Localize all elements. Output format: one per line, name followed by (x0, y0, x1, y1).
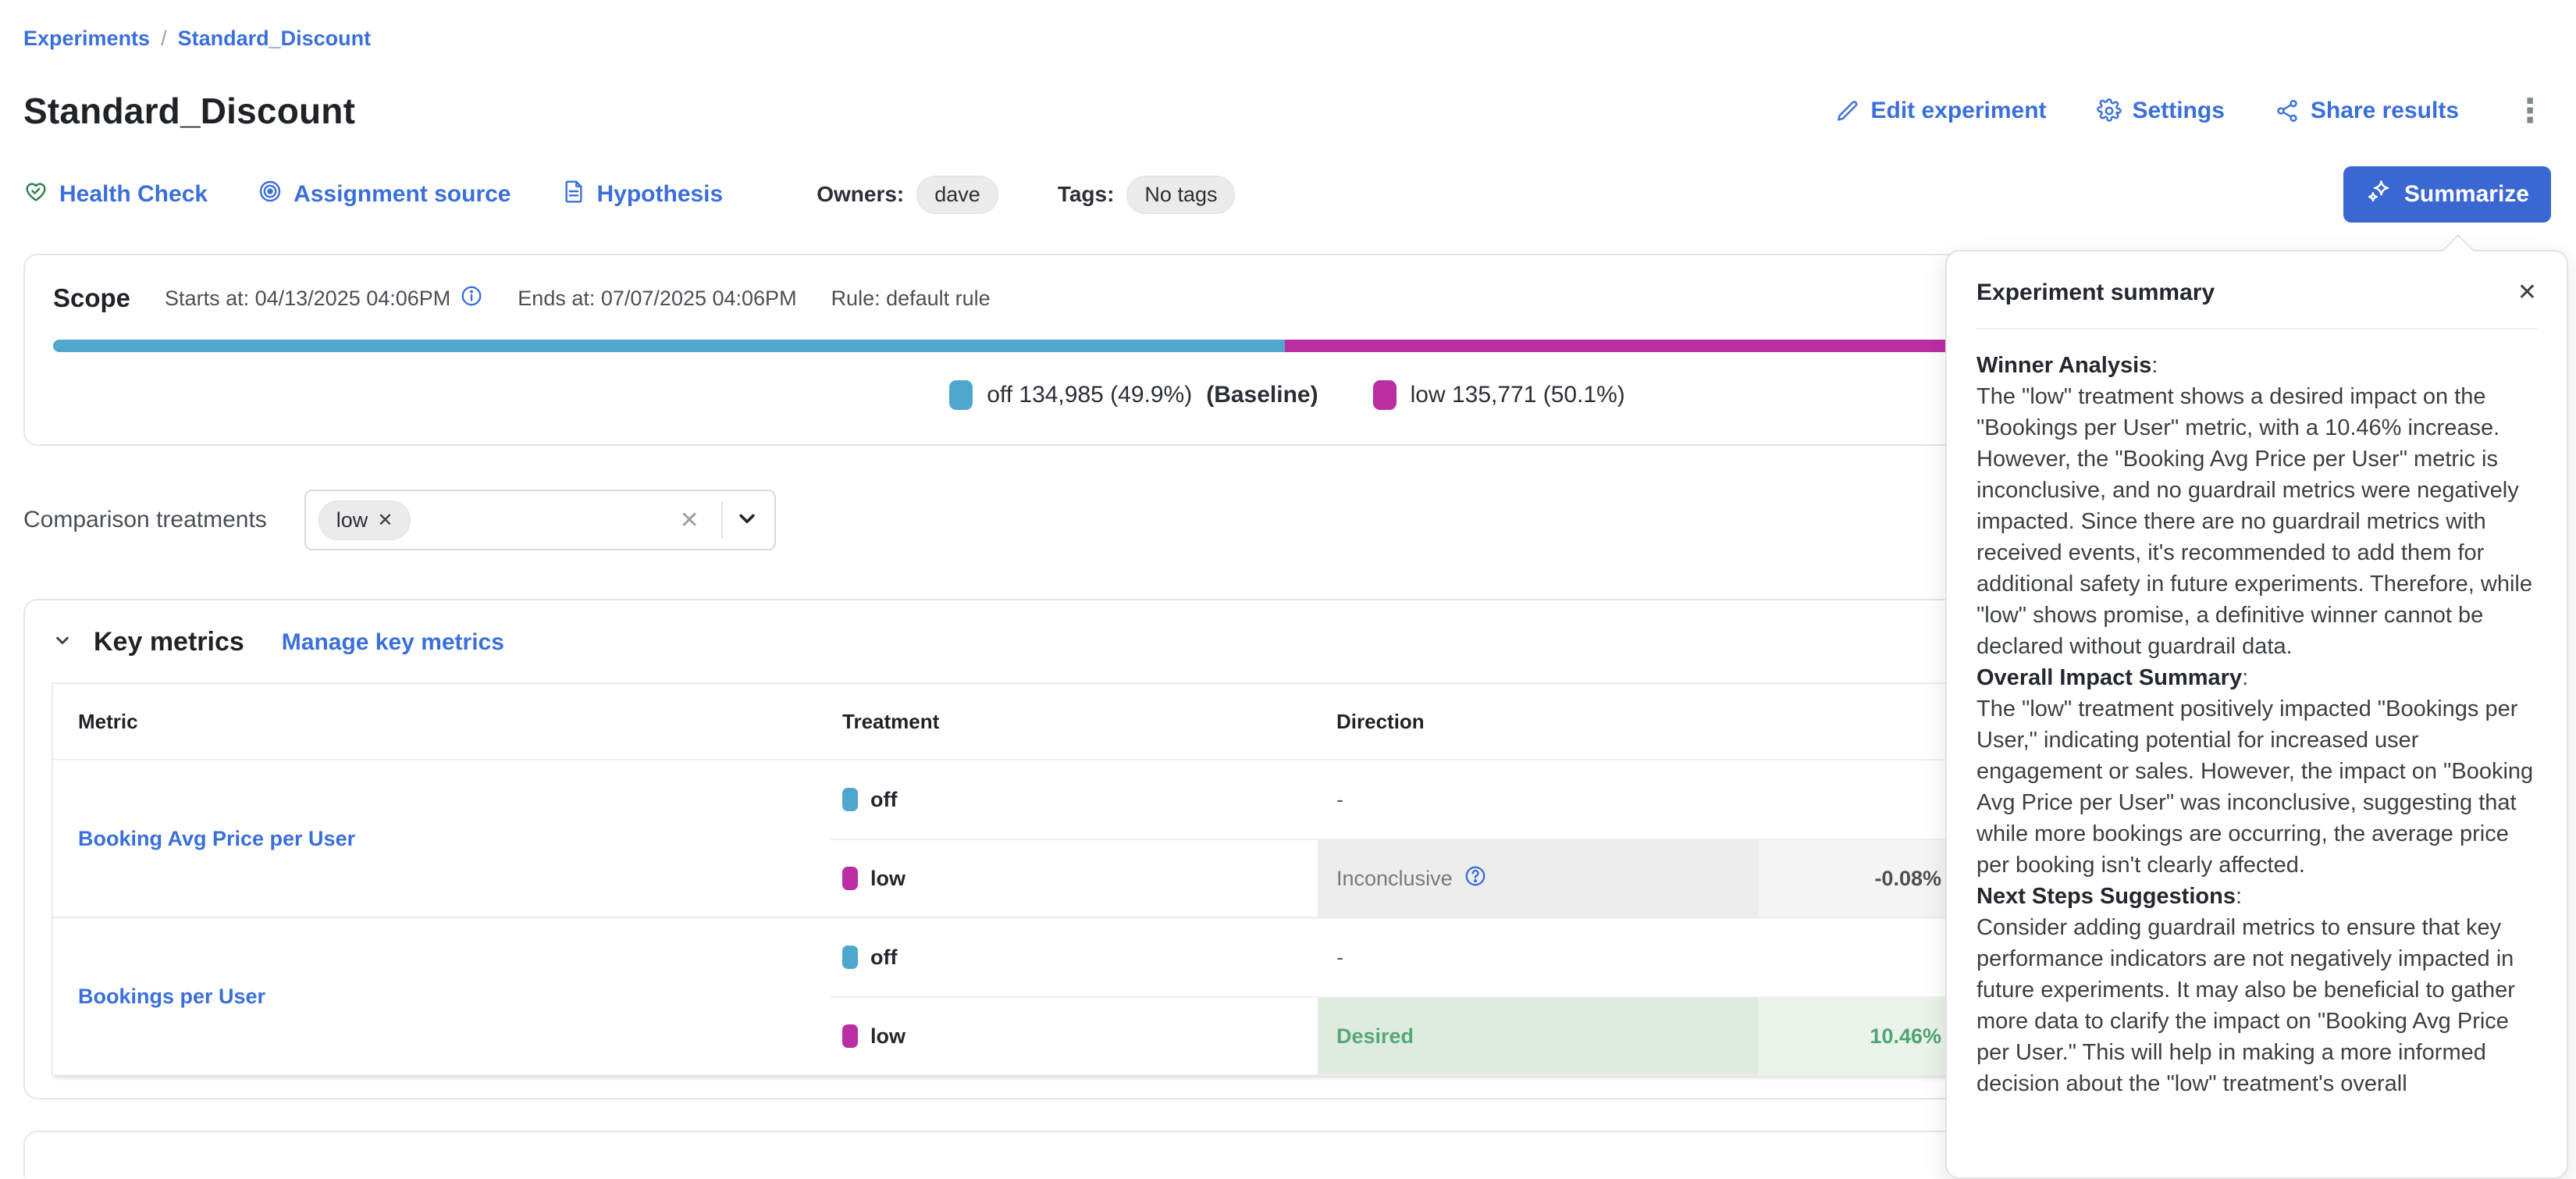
summary-section: Overall Impact Summary: The "low" treatm… (1976, 662, 2537, 881)
header-actions: Edit experiment Settings Share results ⋮ (1834, 94, 2551, 127)
collapse-chevron-icon[interactable] (52, 629, 73, 655)
scope-title: Scope (53, 283, 130, 313)
direction-cell-desired: Desired (1318, 996, 1759, 1074)
health-check-link[interactable]: Health Check (23, 179, 208, 210)
summary-panel-header: Experiment summary ✕ (1976, 280, 2537, 306)
select-divider (721, 502, 723, 538)
health-check-label: Health Check (59, 181, 208, 208)
summary-panel-body: Winner Analysis: The "low" treatment sho… (1976, 350, 2537, 1099)
chip-label: low (336, 508, 368, 533)
column-direction: Direction (1318, 710, 1759, 734)
treatment-chip-low[interactable]: low ✕ (318, 500, 411, 540)
assignment-source-link[interactable]: Assignment source (258, 179, 511, 210)
metric-link-booking-avg-price[interactable]: Booking Avg Price per User (78, 827, 355, 851)
low-swatch (842, 867, 858, 890)
experiment-summary-panel: Experiment summary ✕ Winner Analysis: Th… (1945, 250, 2568, 1179)
scope-starts: Starts at: 04/13/2025 04:06PM (165, 284, 483, 313)
heart-check-icon (23, 179, 48, 210)
info-icon[interactable] (460, 284, 483, 313)
share-results-button[interactable]: Share results (2275, 98, 2459, 124)
low-swatch (1373, 380, 1397, 410)
legend-off-text: off 134,985 (49.9%) (987, 382, 1192, 408)
share-results-label: Share results (2311, 98, 2459, 124)
legend-low-text: low 135,771 (50.1%) (1411, 382, 1625, 408)
metric-cell: Bookings per User (53, 918, 830, 1074)
document-icon (561, 179, 586, 210)
direction-cell-inconclusive: Inconclusive (1318, 839, 1759, 917)
hypothesis-label: Hypothesis (597, 181, 724, 208)
owners-label: Owners: (817, 182, 904, 207)
treatment-select[interactable]: low ✕ ✕ (304, 490, 776, 550)
meta-row: Health Check Assignment source Hypothesi… (23, 166, 2551, 223)
gear-icon (2097, 98, 2122, 123)
sparkles-icon (2365, 178, 2392, 211)
legend-baseline-label: (Baseline) (1206, 382, 1318, 408)
column-metric: Metric (53, 710, 830, 734)
tags-pill[interactable]: No tags (1126, 176, 1235, 214)
page-title: Standard_Discount (23, 90, 355, 132)
target-icon (258, 179, 283, 210)
legend-item-off: off 134,985 (49.9%) (Baseline) (949, 380, 1318, 410)
treatment-cell-off: off (830, 918, 1318, 996)
direction-cell: - (1318, 918, 1759, 996)
owner-pill[interactable]: dave (916, 176, 998, 214)
summary-section: Winner Analysis: The "low" treatment sho… (1976, 350, 2537, 662)
settings-label: Settings (2133, 98, 2225, 124)
summary-section-body: The "low" treatment positively impacted … (1976, 693, 2537, 881)
summary-panel-title: Experiment summary (1976, 280, 2215, 306)
summarize-button[interactable]: Summarize (2343, 166, 2551, 223)
breadcrumb-experiments-link[interactable]: Experiments (23, 27, 150, 51)
summary-section: Next Steps Suggestions: Consider adding … (1976, 881, 2537, 1099)
panel-divider (1976, 328, 2537, 329)
close-icon[interactable]: ✕ (2517, 281, 2537, 305)
manage-key-metrics-link[interactable]: Manage key metrics (282, 629, 504, 656)
treatment-cell-low: low (830, 996, 1318, 1074)
hypothesis-link[interactable]: Hypothesis (561, 179, 724, 210)
owners: Owners: dave (817, 176, 998, 214)
title-row: Standard_Discount Edit experiment Settin… (23, 90, 2551, 132)
breadcrumb-separator: / (161, 27, 167, 51)
off-swatch (842, 946, 858, 969)
off-swatch (949, 380, 973, 410)
chip-remove-icon[interactable]: ✕ (377, 509, 393, 532)
settings-button[interactable]: Settings (2097, 98, 2225, 124)
assignment-source-label: Assignment source (294, 181, 511, 208)
edit-experiment-label: Edit experiment (1870, 98, 2046, 124)
tags: Tags: No tags (1058, 176, 1236, 214)
pencil-icon (1834, 98, 1859, 123)
allocation-segment-off (53, 340, 1285, 352)
legend-item-low: low 135,771 (50.1%) (1373, 380, 1625, 410)
summary-section-body: The "low" treatment shows a desired impa… (1976, 381, 2537, 662)
more-menu-button[interactable]: ⋮ (2509, 94, 2551, 127)
scope-rule: Rule: default rule (831, 287, 991, 311)
chevron-down-icon[interactable] (734, 505, 760, 536)
tags-label: Tags: (1058, 182, 1115, 207)
comparison-label: Comparison treatments (23, 507, 267, 533)
summary-section-body: Consider adding guardrail metrics to ens… (1976, 912, 2537, 1099)
breadcrumb: Experiments / Standard_Discount (23, 27, 2551, 51)
key-metrics-title: Key metrics (94, 627, 244, 657)
help-icon[interactable] (1464, 864, 1487, 893)
off-swatch (842, 788, 858, 811)
metric-cell: Booking Avg Price per User (53, 760, 830, 917)
edit-experiment-button[interactable]: Edit experiment (1834, 98, 2046, 124)
scope-ends: Ends at: 07/07/2025 04:06PM (518, 287, 796, 311)
direction-cell: - (1318, 760, 1759, 839)
select-clear-icon[interactable]: ✕ (669, 507, 710, 534)
treatment-cell-low: low (830, 839, 1318, 917)
breadcrumb-current-link[interactable]: Standard_Discount (178, 27, 372, 51)
metric-link-bookings-per-user[interactable]: Bookings per User (78, 985, 265, 1009)
treatment-cell-off: off (830, 760, 1318, 839)
low-swatch (842, 1024, 858, 1048)
meta-links: Health Check Assignment source Hypothesi… (23, 179, 723, 210)
column-treatment: Treatment (830, 710, 1318, 734)
share-icon (2275, 98, 2300, 123)
summarize-label: Summarize (2404, 181, 2529, 208)
